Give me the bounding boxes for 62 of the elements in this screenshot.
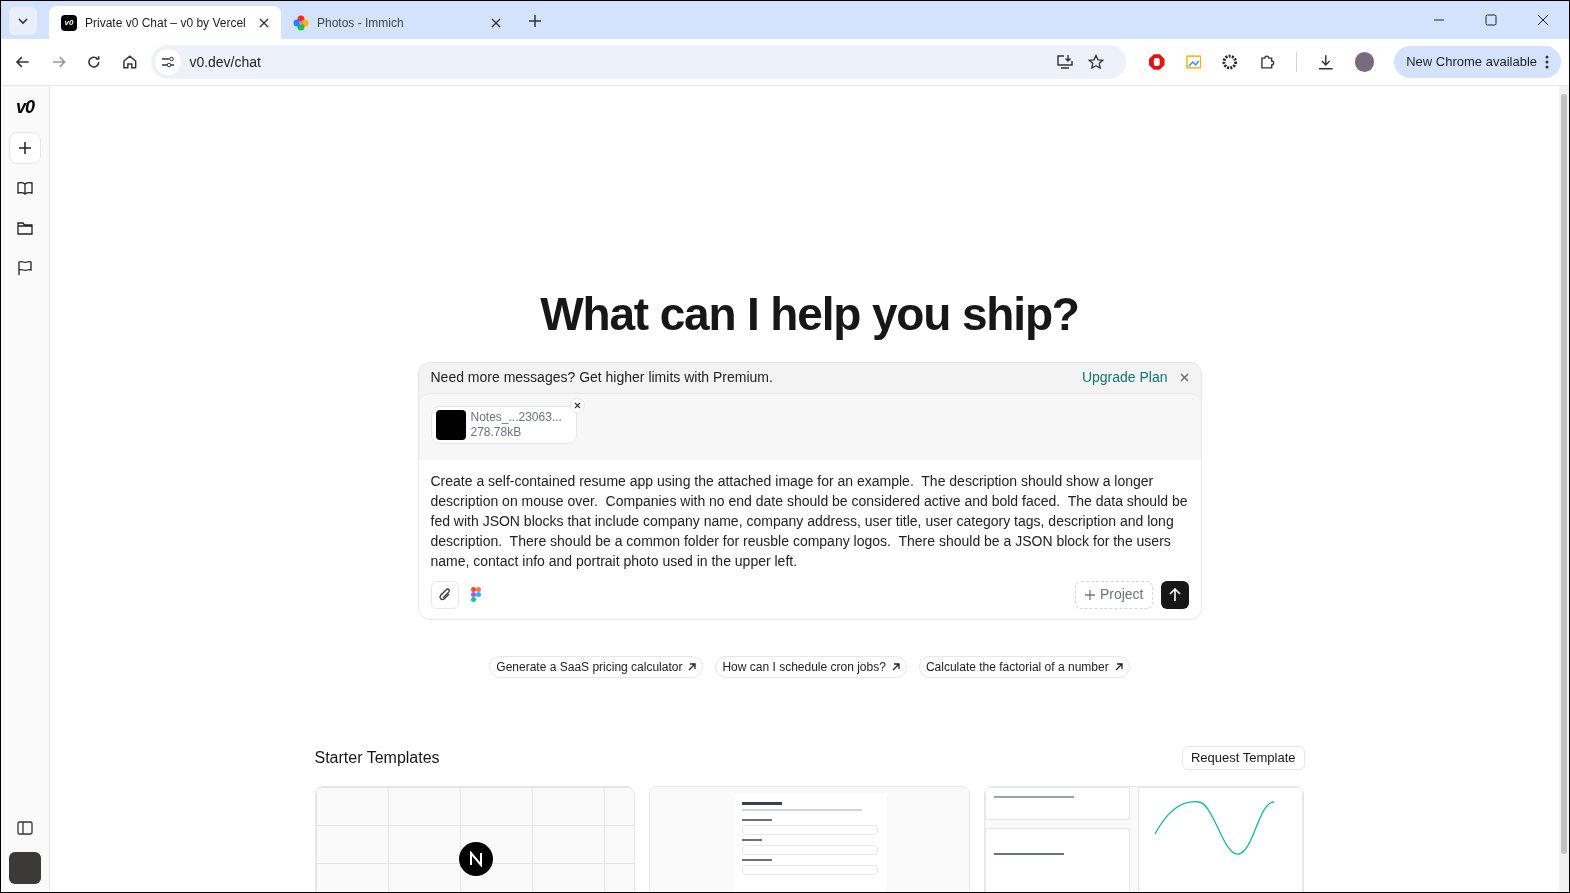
install-icon[interactable] [1056,54,1075,70]
browser-tab[interactable]: Photos - Immich [281,6,513,39]
paperclip-icon [437,586,452,603]
arrow-icon [688,662,697,671]
close-icon[interactable] [1537,14,1549,26]
plus-icon [17,140,33,156]
image-icon[interactable] [1185,54,1202,70]
arrow-icon [891,662,900,671]
project-button[interactable]: Project [1074,580,1153,609]
heading: What can I help you ship? [540,287,1079,342]
book-icon [17,180,33,196]
close-icon[interactable] [491,17,501,28]
attachment-card[interactable]: Notes_...23063... 278.78kB [430,405,577,444]
close-icon [573,401,581,409]
logo[interactable]: v0 [15,98,35,116]
arrow-up-icon [1168,587,1181,602]
home-icon[interactable] [121,54,138,70]
download-icon[interactable] [1317,53,1335,71]
tab-title: Photos - Immich [317,14,405,32]
send-button[interactable] [1160,580,1189,609]
template-card[interactable] [314,785,636,892]
image-thumbnail [435,409,466,440]
folder-icon [17,220,33,236]
prompt-input[interactable]: Create a self-contained resume app using the attached image for an example. The description should show a longer description on mouse over. Companies with no end date should be considered active and bold faced. The data should be fed with JSON blocks that include company name, company address, user title, user category tags, description and long description. There should be a common folder for reusble company logos. There should be a JSON block for the users name, contact info and portrait photo used in the upper left. [418,459,1201,571]
update-button[interactable]: New Chrome available [1394,46,1561,78]
file-name: Notes_...23063... [470,409,562,425]
attach-button[interactable] [430,580,459,609]
upgrade-link[interactable]: Upgrade Plan [1081,367,1168,388]
star-icon[interactable] [1088,54,1105,70]
figma-icon[interactable] [470,587,481,602]
user-avatar[interactable] [9,852,41,884]
banner-text: Need more messages? Get higher limits with Premium. [430,368,773,387]
request-template-button[interactable]: Request Template [1181,745,1305,770]
close-icon[interactable] [259,17,269,28]
section-title: Starter Templates [314,747,440,768]
address-bar[interactable]: v0.dev/chat [151,45,1127,79]
plus-icon [528,14,542,28]
url-text: v0.dev/chat [189,52,261,72]
puzzle-icon[interactable] [1258,53,1277,71]
remove-attachment-button[interactable] [569,397,585,413]
browser-tab[interactable]: v0 Private v0 Chat – v0 by Vercel [49,6,281,39]
flag-icon [17,260,33,276]
maximize-icon[interactable] [1485,14,1497,26]
new-chat-button[interactable] [9,132,41,164]
tab-title: Private v0 Chat – v0 by Vercel [85,14,247,32]
stop-sign-icon[interactable] [1148,53,1166,71]
more-icon[interactable] [1545,55,1549,69]
arrow-icon [1114,662,1123,671]
back-icon[interactable] [15,54,31,70]
file-size: 278.78kB [470,424,523,440]
n-logo [458,841,493,876]
tab-search-button[interactable] [9,7,37,35]
sun-icon[interactable] [1221,53,1239,71]
site-settings-icon[interactable] [155,49,182,75]
forward-icon[interactable] [50,54,67,70]
chevron-down-icon [17,15,29,27]
tab-favicon: v0 [61,14,77,31]
flower-icon [293,14,309,31]
profile-avatar[interactable] [1354,52,1375,72]
plus-icon [1083,588,1096,601]
reload-icon[interactable] [86,54,102,70]
sidebar-toggle-icon[interactable] [17,820,33,836]
